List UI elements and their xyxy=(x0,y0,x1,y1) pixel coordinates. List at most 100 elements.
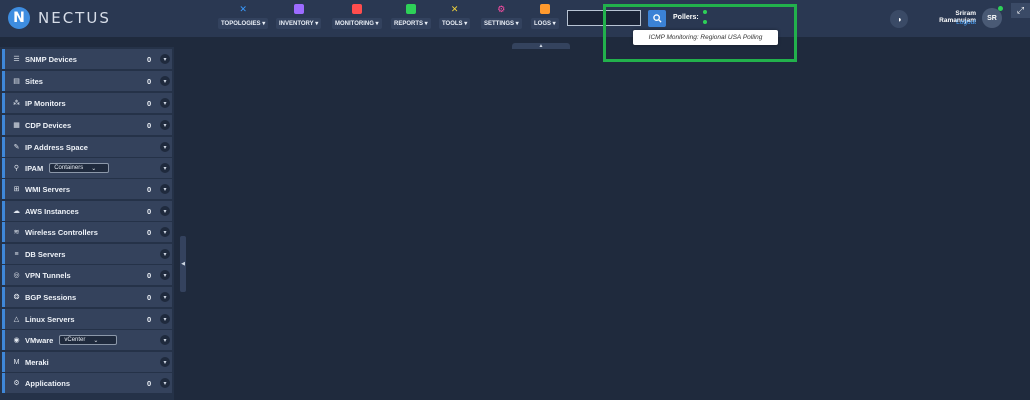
avatar[interactable]: SR xyxy=(982,8,1002,28)
item-count: 0 xyxy=(147,227,152,237)
inventory-icon xyxy=(293,4,304,14)
sidebar-item-label: IPAM xyxy=(25,163,44,173)
chevron-down-icon[interactable]: ▾ xyxy=(160,142,170,152)
highlight-box xyxy=(603,4,797,62)
sidebar-item-ip-address-space[interactable]: ✎ IP Address Space ▾ xyxy=(2,137,172,157)
nav-label: REPORTS ▾ xyxy=(391,18,431,29)
chevron-down-icon[interactable]: ▾ xyxy=(160,98,170,108)
sidebar-item-label: DB Servers xyxy=(25,249,66,259)
nav-label: MONITORING ▾ xyxy=(332,18,382,29)
ipam-type-select[interactable]: Containers ⌄ xyxy=(49,163,110,173)
chevron-down-icon[interactable]: ▾ xyxy=(160,206,170,216)
sidebar-item-label: AWS Instances xyxy=(25,206,79,216)
sidebar-item-label: Linux Servers xyxy=(25,314,75,324)
chevron-down-icon[interactable]: ▾ xyxy=(160,314,170,324)
server-icon: ☰ xyxy=(13,56,20,63)
chevron-down-icon[interactable]: ▾ xyxy=(160,292,170,302)
chevron-down-icon[interactable]: ▾ xyxy=(160,335,170,345)
nav-settings[interactable]: ⚙ SETTINGS ▾ xyxy=(481,4,522,32)
item-count: 0 xyxy=(147,76,152,86)
nav-logs[interactable]: LOGS ▾ xyxy=(531,4,559,32)
reports-icon xyxy=(405,4,416,14)
sidebar-item-vpn-tunnels[interactable]: ◎ VPN Tunnels 0 ▾ xyxy=(2,265,172,285)
sidebar-item-label: SNMP Devices xyxy=(25,54,77,64)
nav-label: INVENTORY ▾ xyxy=(276,18,322,29)
sidebar-item-cdp-devices[interactable]: ▦ CDP Devices 0 ▾ xyxy=(2,115,172,135)
chevron-down-icon[interactable]: ▾ xyxy=(160,120,170,130)
sidebar: ☰ SNMP Devices 0 ▾ ▤ Sites 0 ▾ ⁂ IP Moni… xyxy=(0,47,174,400)
chevron-down-icon[interactable]: ▾ xyxy=(160,357,170,367)
nav-monitoring[interactable]: MONITORING ▾ xyxy=(332,4,382,32)
sidebar-item-label: VPN Tunnels xyxy=(25,270,71,280)
sidebar-item-sites[interactable]: ▤ Sites 0 ▾ xyxy=(2,71,172,91)
sidebar-item-meraki[interactable]: M Meraki ▾ xyxy=(2,352,172,372)
cloud-icon: ☁ xyxy=(13,208,20,215)
brand-name: NECTUS xyxy=(38,9,111,27)
sidebar-item-label: Sites xyxy=(25,76,43,86)
chevron-down-icon[interactable]: ▾ xyxy=(160,54,170,64)
nav-label: LOGS ▾ xyxy=(531,18,559,29)
item-count: 0 xyxy=(147,292,152,302)
item-count: 0 xyxy=(147,184,152,194)
topology-icon: ✕ xyxy=(239,4,247,14)
item-count: 0 xyxy=(147,120,152,130)
logo[interactable]: N NECTUS xyxy=(8,7,111,29)
linux-icon: △ xyxy=(13,316,20,323)
sidebar-item-wmi-servers[interactable]: ⊞ WMI Servers 0 ▾ xyxy=(2,179,172,199)
chevron-down-icon[interactable]: ▾ xyxy=(160,378,170,388)
location-icon: ⚲ xyxy=(13,165,20,172)
logs-icon xyxy=(539,4,550,14)
sidebar-item-linux-servers[interactable]: △ Linux Servers 0 ▾ xyxy=(2,309,172,329)
theme-toggle-button[interactable]: ◑ xyxy=(890,10,908,28)
chevron-down-icon[interactable]: ▾ xyxy=(160,227,170,237)
sidebar-item-wireless-controllers[interactable]: ≋ Wireless Controllers 0 ▾ xyxy=(2,222,172,242)
sidebar-item-ip-monitors[interactable]: ⁂ IP Monitors 0 ▾ xyxy=(2,93,172,113)
item-count: 0 xyxy=(147,378,152,388)
bgp-icon: ❂ xyxy=(13,294,20,301)
sidebar-item-ipam[interactable]: ⚲ IPAM Containers ⌄ ▾ xyxy=(2,158,172,178)
fullscreen-button[interactable]: ⤢ xyxy=(1011,3,1030,18)
sidebar-item-label: IP Address Space xyxy=(25,142,88,152)
sidebar-item-label: Meraki xyxy=(25,357,49,367)
chevron-down-icon: ⌄ xyxy=(93,337,99,344)
address-space-icon: ✎ xyxy=(13,144,20,151)
chevron-down-icon[interactable]: ▾ xyxy=(160,249,170,259)
tools-icon: ✕ xyxy=(450,4,459,14)
sidebar-collapse-handle[interactable]: ◀ xyxy=(180,236,186,292)
sidebar-item-label: BGP Sessions xyxy=(25,292,77,302)
chevron-left-icon: ◀ xyxy=(181,261,185,267)
vmware-icon: ◉ xyxy=(13,337,20,344)
sidebar-item-snmp-devices[interactable]: ☰ SNMP Devices 0 ▾ xyxy=(2,49,172,69)
sidebar-item-db-servers[interactable]: ≡ DB Servers ▾ xyxy=(2,244,172,264)
monitoring-icon xyxy=(351,4,362,14)
top-bar: N NECTUS ✕ TOPOLOGIES ▾ INVENTORY ▾ MONI… xyxy=(0,0,1030,37)
nav-tools[interactable]: ✕ TOOLS ▾ xyxy=(439,4,471,32)
logout-link[interactable]: Logout xyxy=(918,19,976,26)
nav-reports[interactable]: REPORTS ▾ xyxy=(391,4,431,32)
item-count: 0 xyxy=(147,206,152,216)
sidebar-item-label: WMI Servers xyxy=(25,184,71,194)
sidebar-item-bgp-sessions[interactable]: ❂ BGP Sessions 0 ▾ xyxy=(2,287,172,307)
vpn-icon: ◎ xyxy=(13,272,20,279)
chevron-down-icon[interactable]: ▾ xyxy=(160,163,170,173)
sidebar-item-vmware[interactable]: ◉ VMware vCenter ⌄ ▾ xyxy=(2,330,172,350)
database-icon: ≡ xyxy=(14,250,19,258)
sidebar-item-label: IP Monitors xyxy=(25,98,66,108)
sidebar-item-label: Applications xyxy=(25,378,71,388)
select-value: Containers xyxy=(54,165,84,171)
nav-inventory[interactable]: INVENTORY ▾ xyxy=(276,4,322,32)
chevron-down-icon[interactable]: ▾ xyxy=(160,184,170,194)
chevron-down-icon: ⌄ xyxy=(91,165,97,172)
select-value: vCenter xyxy=(64,337,86,343)
chevron-down-icon[interactable]: ▾ xyxy=(160,76,170,86)
cdp-icon: ▦ xyxy=(13,122,20,129)
sidebar-item-aws-instances[interactable]: ☁ AWS Instances 0 ▾ xyxy=(2,201,172,221)
nav-topologies[interactable]: ✕ TOPOLOGIES ▾ xyxy=(218,4,269,32)
sidebar-item-applications[interactable]: ⚙ Applications 0 ▾ xyxy=(2,373,172,393)
header-collapse-tab[interactable]: ▲ xyxy=(512,43,570,49)
contrast-icon: ◑ xyxy=(896,14,902,24)
chevron-down-icon[interactable]: ▾ xyxy=(160,270,170,280)
network-icon: ⁂ xyxy=(13,100,20,107)
nav-label: TOPOLOGIES ▾ xyxy=(218,18,269,29)
vmware-type-select[interactable]: vCenter ⌄ xyxy=(59,335,118,345)
